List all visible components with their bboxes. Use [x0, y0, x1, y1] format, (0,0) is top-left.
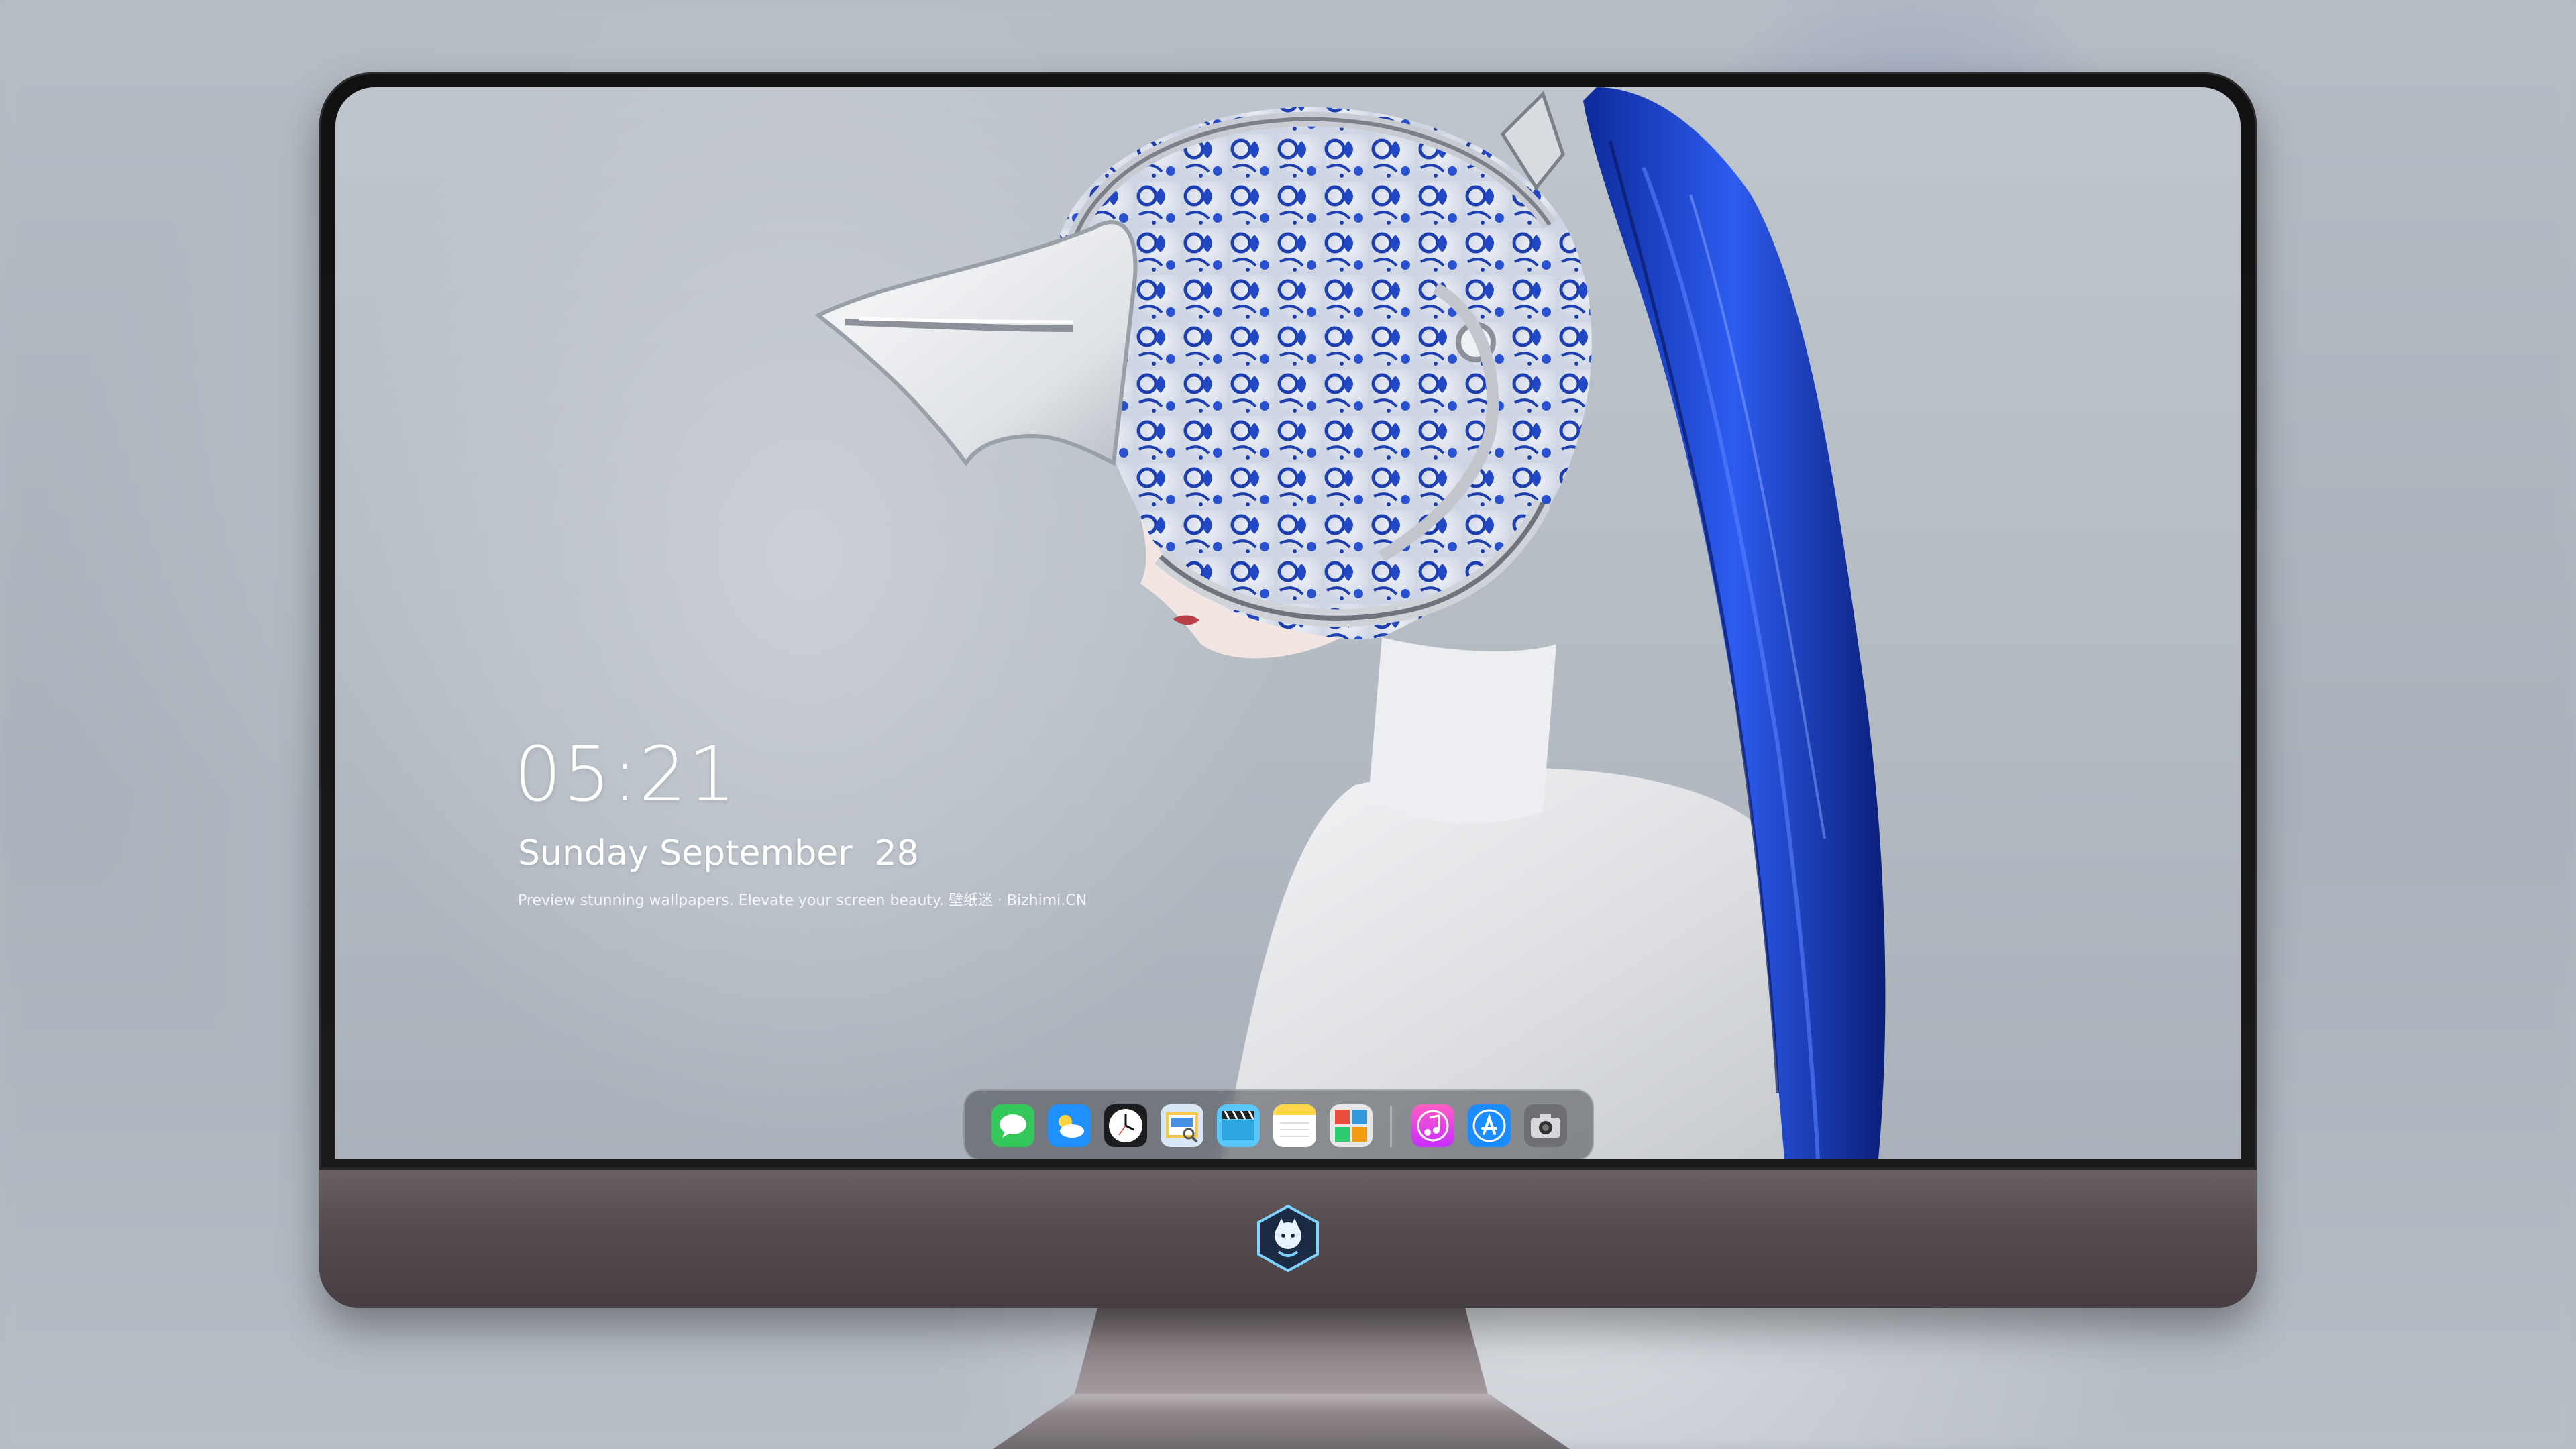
monitor-stand-neck [1073, 1305, 1489, 1399]
notes-icon[interactable] [1273, 1104, 1316, 1147]
lock-clock: 05:21 [514, 731, 737, 818]
messages-icon[interactable] [991, 1104, 1034, 1147]
date-weekday: Sunday [518, 833, 649, 873]
dock-divider [1390, 1106, 1392, 1147]
clips-icon[interactable] [1217, 1104, 1260, 1147]
preview-icon[interactable] [1161, 1104, 1203, 1147]
date-day: 28 [874, 833, 919, 873]
monitor: 05:21 Sunday September 28 Preview stunni… [319, 72, 2257, 1308]
monitor-stand-base [993, 1394, 1570, 1449]
camera-icon[interactable] [1524, 1104, 1567, 1147]
music-icon[interactable] [1411, 1104, 1454, 1147]
photo-booth-icon[interactable] [1330, 1104, 1373, 1147]
wallpaper-image [814, 87, 1886, 1159]
monitor-chin [319, 1167, 2257, 1308]
dock [963, 1089, 1594, 1159]
lock-date: Sunday September 28 [518, 833, 919, 873]
screen: 05:21 Sunday September 28 Preview stunni… [335, 87, 2241, 1159]
app-store-icon[interactable] [1468, 1104, 1511, 1147]
weather-icon[interactable] [1048, 1104, 1091, 1147]
wallpaper-tagline: Preview stunning wallpapers. Elevate you… [518, 892, 1087, 909]
date-month: September [659, 833, 853, 873]
clock-icon[interactable] [1104, 1104, 1147, 1147]
brand-logo-icon [1257, 1205, 1319, 1272]
